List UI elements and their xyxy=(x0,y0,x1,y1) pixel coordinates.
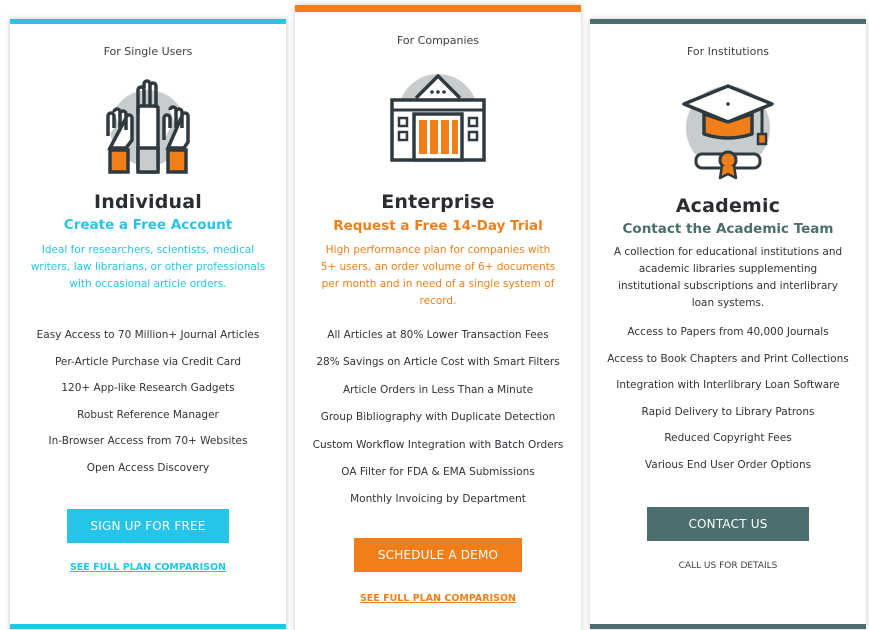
feature-item: Various End User Order Options xyxy=(644,458,812,471)
feature-item: 28% Savings on Article Cost with Smart F… xyxy=(316,356,560,369)
enterprise-plan-card: For Companies Enterprise Request a Free … xyxy=(295,5,581,630)
academic-plan-card: For Institutions Academic Contact the Ac… xyxy=(590,19,866,629)
individual-audience-label: For Single Users xyxy=(103,45,193,58)
individual-plan-card: For Single Users Individual Create a Fre… xyxy=(10,19,286,629)
feature-item: Open Access Discovery xyxy=(86,461,210,474)
see-full-plan-comparison-link[interactable]: SEE FULL PLAN COMPARISON xyxy=(295,593,581,604)
feature-item: Easy Access to 70 Million+ Journal Artic… xyxy=(36,329,260,341)
individual-plan-name: Individual xyxy=(93,191,203,213)
enterprise-plan-name: Enterprise xyxy=(381,191,495,213)
feature-item: Custom Workflow Integration with Batch O… xyxy=(312,438,564,451)
individual-plan-subtitle: Create a Free Account xyxy=(63,217,233,233)
feature-item: Access to Papers from 40,000 Journals xyxy=(627,326,829,338)
individual-plan-description: Ideal for researchers, scientists, medic… xyxy=(30,244,266,290)
sign-up-for-free-button[interactable]: SIGN UP FOR FREE xyxy=(67,509,229,543)
feature-item: Robust Reference Manager xyxy=(77,408,219,421)
call-us-for-details-text: CALL US FOR DETAILS xyxy=(678,561,778,571)
academic-plan-description: A collection for educational institution… xyxy=(613,246,843,309)
feature-item: Integration with Interlibrary Loan Softw… xyxy=(616,379,840,391)
feature-item: Access to Book Chapters and Print Collec… xyxy=(607,352,849,365)
enterprise-plan-subtitle: Request a Free 14-Day Trial xyxy=(333,218,543,234)
enterprise-plan-description: High performance plan for companies with… xyxy=(320,244,556,307)
feature-item: All Articles at 80% Lower Transaction Fe… xyxy=(327,329,549,341)
feature-item: Reduced Copyright Fees xyxy=(664,432,792,444)
feature-item: 120+ App-like Research Gadgets xyxy=(61,382,235,394)
feature-item: Group Bibliography with Duplicate Detect… xyxy=(320,411,556,424)
feature-item: In-Browser Access from 70+ Websites xyxy=(48,435,248,447)
enterprise-feature-list: All Articles at 80% Lower Transaction Fe… xyxy=(295,322,581,514)
office-building-icon xyxy=(386,68,490,168)
feature-item: OA Filter for FDA & EMA Submissions xyxy=(341,465,535,478)
academic-feature-list: Access to Papers from 40,000 Journals Acc… xyxy=(590,319,866,478)
feature-item: Rapid Delivery to Library Patrons xyxy=(641,405,815,418)
feature-item: Per-Article Purchase via Credit Card xyxy=(54,355,242,368)
raised-hands-icon xyxy=(98,76,198,176)
enterprise-audience-label: For Companies xyxy=(396,34,480,47)
individual-feature-list: Easy Access to 70 Million+ Journal Artic… xyxy=(10,322,286,481)
academic-plan-subtitle: Contact the Academic Team xyxy=(622,221,834,237)
academic-audience-label: For Institutions xyxy=(686,45,770,58)
feature-item: Monthly Invoicing by Department xyxy=(350,493,526,506)
contact-us-button[interactable]: CONTACT US xyxy=(647,507,809,541)
feature-item: Article Orders in Less Than a Minute xyxy=(342,383,534,396)
schedule-a-demo-button[interactable]: SCHEDULE A DEMO xyxy=(354,538,522,572)
graduation-cap-icon xyxy=(678,76,778,180)
see-full-plan-comparison-link[interactable]: SEE FULL PLAN COMPARISON xyxy=(10,562,286,573)
academic-plan-name: Academic xyxy=(675,195,781,217)
